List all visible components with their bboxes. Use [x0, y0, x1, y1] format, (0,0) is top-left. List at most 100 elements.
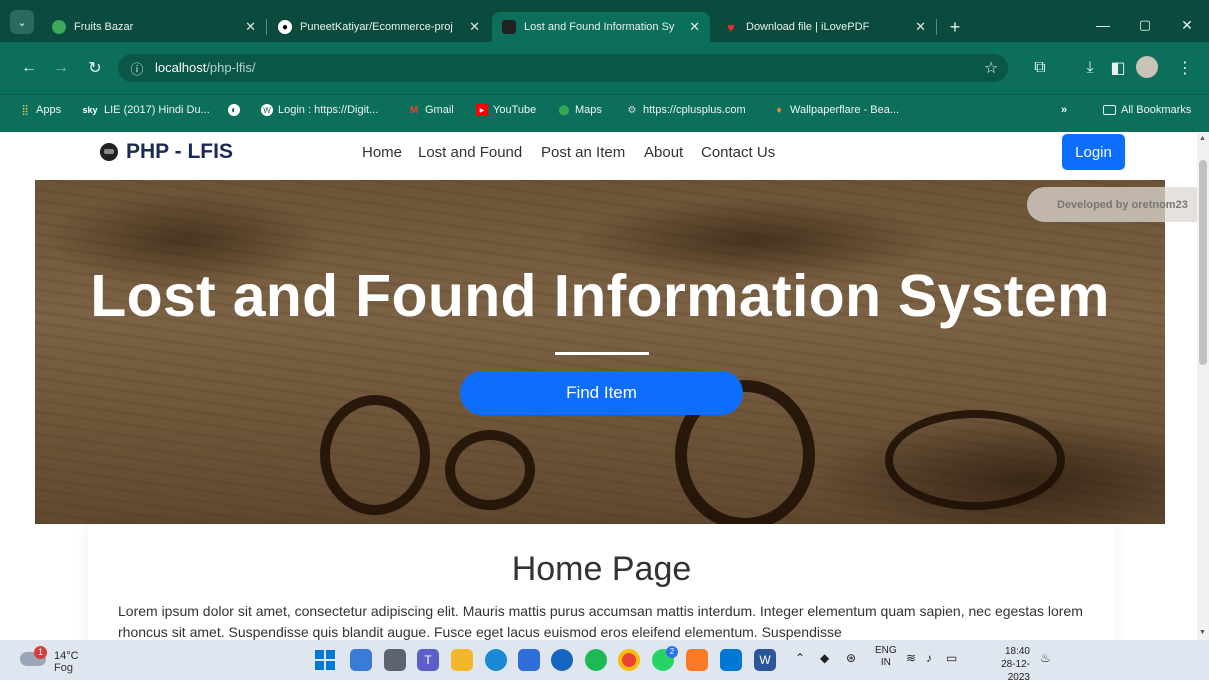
nav-post-an-item[interactable]: Post an Item — [541, 144, 625, 161]
site-navbar: PHP - LFIS Home Lost and Found Post an I… — [0, 133, 1197, 179]
youtube-icon: ▶ — [476, 104, 488, 116]
sky-icon: sky — [82, 105, 98, 115]
weather-temp: 14°C — [54, 650, 79, 662]
tab-title: PuneetKatiyar/Ecommerce-proj — [300, 21, 453, 33]
download-icon[interactable]: ⤓ — [1077, 55, 1103, 81]
chrome-icon[interactable] — [618, 649, 640, 671]
wifi-icon[interactable]: ≋ — [906, 651, 916, 665]
sidepanel-icon[interactable]: ◧ — [1105, 55, 1131, 81]
xampp-icon[interactable] — [686, 649, 708, 671]
browser-tab-strip: ⌄ Fruits Bazar ✕ ● PuneetKatiyar/Ecommer… — [0, 0, 1209, 42]
back-arrow-icon[interactable]: ← — [16, 55, 42, 81]
notification-bell-icon[interactable]: ♨ — [1040, 651, 1051, 665]
url-text[interactable]: localhost/php-lfis/ — [155, 60, 255, 75]
edge-icon[interactable] — [485, 649, 507, 671]
close-icon[interactable]: ✕ — [915, 19, 926, 35]
vpn-icon[interactable]: ⊛ — [846, 651, 856, 665]
language-indicator[interactable]: ENG IN — [875, 645, 897, 669]
hero-banner: Lost and Found Information System Find I… — [35, 180, 1165, 524]
vscode-icon[interactable] — [720, 649, 742, 671]
extensions-icon[interactable]: ⧉ — [1027, 55, 1053, 81]
brand-text: PHP - LFIS — [126, 140, 233, 163]
close-icon[interactable]: ✕ — [245, 19, 256, 35]
bookmark-youtube[interactable]: ▶ YouTube — [476, 104, 536, 116]
weather-widget[interactable]: 1 14°C Fog — [20, 646, 90, 676]
windows-start-icon[interactable] — [314, 649, 336, 671]
widget-app-icon[interactable] — [350, 649, 372, 671]
web-page: PHP - LFIS Home Lost and Found Post an I… — [0, 133, 1197, 640]
nav-lost-and-found[interactable]: Lost and Found — [418, 144, 522, 161]
file-explorer-icon[interactable] — [451, 649, 473, 671]
nav-contact-us[interactable]: Contact Us — [701, 144, 775, 161]
bookmark-globe[interactable]: ◐ — [228, 104, 245, 116]
close-window-button[interactable]: ✕ — [1174, 12, 1200, 38]
restore-button[interactable]: ▢ — [1132, 12, 1158, 38]
tab-lost-and-found[interactable]: Lost and Found Information Sy ✕ — [492, 12, 710, 42]
home-paragraph: Lorem ipsum dolor sit amet, consectetur … — [118, 603, 1083, 640]
teams-icon[interactable]: T — [417, 649, 439, 671]
find-item-button[interactable]: Find Item — [460, 371, 743, 415]
store-icon[interactable] — [518, 649, 540, 671]
chevron-up-icon[interactable]: ⌃ — [795, 651, 805, 665]
maps-pin-icon: ⬤ — [558, 104, 570, 116]
globe-icon: ◐ — [228, 104, 240, 116]
forward-arrow-icon[interactable]: → — [48, 55, 74, 81]
tab-ilovepdf[interactable]: ♥ Download file | iLovePDF ✕ — [714, 12, 936, 42]
tab-github[interactable]: ● PuneetKatiyar/Ecommerce-proj ✕ — [268, 12, 490, 42]
menu-icon[interactable]: ⋮ — [1172, 55, 1198, 81]
wordpress-icon: W — [261, 104, 273, 116]
scroll-up-icon[interactable]: ▲ — [1199, 135, 1206, 142]
tab-title: Download file | iLovePDF — [746, 21, 870, 33]
tab-fruits-bazar[interactable]: Fruits Bazar ✕ — [42, 12, 266, 42]
all-bookmarks[interactable]: All Bookmarks — [1103, 104, 1191, 116]
heart-icon: ♥ — [727, 19, 735, 35]
whatsapp-badge: 2 — [666, 646, 678, 658]
reload-icon[interactable]: ↻ — [82, 55, 108, 81]
close-icon[interactable]: ✕ — [689, 19, 700, 35]
bookmarks-overflow[interactable]: » — [1061, 104, 1067, 116]
photos-icon[interactable] — [551, 649, 573, 671]
gmail-icon: M — [409, 104, 419, 116]
page-title: Home Page — [511, 550, 692, 588]
scroll-down-icon[interactable]: ▼ — [1199, 629, 1206, 636]
scrollbar-thumb[interactable] — [1199, 160, 1207, 365]
login-button[interactable]: Login — [1062, 134, 1125, 170]
flame-icon: ♦ — [776, 104, 782, 116]
bookmark-lie[interactable]: sky LIE (2017) Hindi Du... — [81, 104, 209, 116]
developer-badge[interactable]: Developed by oretnom23 — [1027, 187, 1197, 222]
spotify-icon[interactable] — [585, 649, 607, 671]
dropbox-icon[interactable]: ◆ — [820, 651, 829, 665]
folder-icon — [1103, 105, 1116, 115]
star-icon[interactable]: ☆ — [978, 55, 1004, 81]
word-icon[interactable]: W — [754, 649, 776, 671]
task-view-icon[interactable] — [384, 649, 406, 671]
nav-home[interactable]: Home — [362, 144, 402, 161]
nav-about[interactable]: About — [644, 144, 683, 161]
leaf-icon — [52, 20, 66, 34]
weather-badge: 1 — [34, 646, 47, 659]
weather-desc: Fog — [54, 662, 73, 674]
brand-logo-icon — [100, 143, 118, 161]
hero-divider — [555, 352, 649, 355]
bookmark-cplusplus[interactable]: ⚙ https://cplusplus.com — [626, 104, 746, 116]
close-icon[interactable]: ✕ — [469, 19, 480, 35]
bookmark-wallpaperflare[interactable]: ♦ Wallpaperflare - Bea... — [773, 104, 899, 116]
home-content-card: Home Page Lorem ipsum dolor sit amet, co… — [88, 524, 1115, 640]
github-icon: ● — [278, 20, 292, 34]
new-tab-button[interactable]: + — [942, 14, 968, 40]
battery-icon[interactable]: ▭ — [946, 651, 957, 665]
site-brand[interactable]: PHP - LFIS — [100, 140, 233, 164]
profile-avatar[interactable] — [1136, 56, 1158, 78]
bookmark-login[interactable]: W Login : https://Digit... — [261, 104, 378, 116]
minimize-button[interactable]: — — [1090, 12, 1116, 38]
bookmark-gmail[interactable]: M Gmail — [408, 104, 454, 116]
bookmark-maps[interactable]: ⬤ Maps — [558, 104, 602, 116]
tab-title: Fruits Bazar — [74, 21, 134, 33]
info-icon[interactable]: ⓘ — [124, 55, 150, 81]
apps-grid-icon: ⣿ — [21, 104, 29, 116]
volume-icon[interactable]: ♪ — [926, 651, 932, 665]
lfis-icon — [502, 20, 516, 34]
clock[interactable]: 18:40 28-12-2023 — [980, 645, 1030, 684]
bookmark-apps[interactable]: ⣿ Apps — [19, 104, 61, 116]
tab-search-button[interactable]: ⌄ — [10, 10, 34, 34]
